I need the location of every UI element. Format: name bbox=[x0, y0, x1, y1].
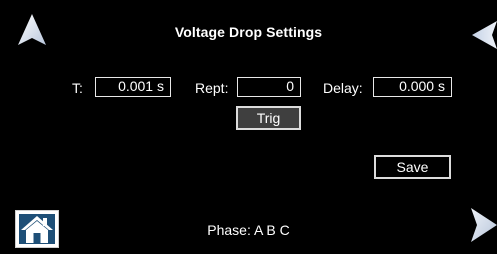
save-button[interactable]: Save bbox=[374, 155, 451, 179]
t-field[interactable]: 0.001 s bbox=[95, 77, 171, 97]
rept-field[interactable]: 0 bbox=[237, 77, 301, 97]
page-title: Voltage Drop Settings bbox=[174, 24, 323, 40]
arrow-left-icon[interactable] bbox=[472, 20, 497, 50]
rept-label: Rept: bbox=[195, 80, 229, 96]
phase-status: Phase: A B C bbox=[207, 222, 290, 238]
delay-field[interactable]: 0.000 s bbox=[373, 77, 452, 97]
settings-screen: Voltage Drop Settings T: 0.001 s Rept: 0… bbox=[0, 0, 497, 254]
t-label: T: bbox=[72, 80, 83, 96]
arrow-right-icon[interactable] bbox=[471, 206, 497, 244]
trig-button[interactable]: Trig bbox=[236, 106, 301, 130]
delay-label: Delay: bbox=[323, 80, 363, 96]
